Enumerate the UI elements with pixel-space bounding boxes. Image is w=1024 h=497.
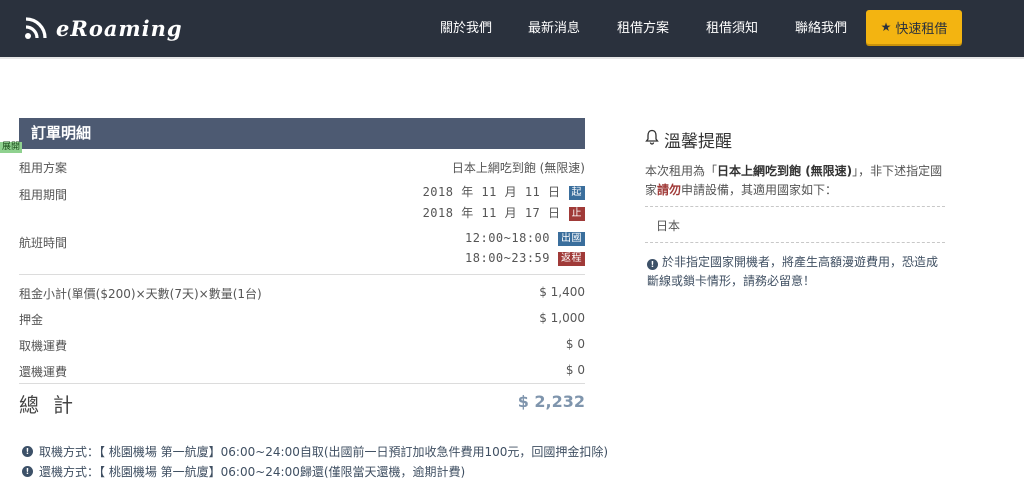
period-start-date: 2018 年 11 月 11 日 [422,185,561,199]
end-badge: 止 [568,207,585,221]
total-label: 總計 [19,393,87,417]
bell-icon [645,129,659,145]
subtotal-label: 租金小計(單價($200)×天數(7天)×數量(1台) [19,287,262,301]
return-method-text: 還機方式：【 桃園機場 第一航廈】06:00~24:00歸還(僅限當天還機，逾期… [39,465,466,479]
departure-badge: 出國 [558,232,585,246]
pickup-fee-value: $ 0 [565,337,585,351]
plan-value: 日本上網吃到飽 (無限速) [451,161,585,175]
deposit-label: 押金 [19,313,44,327]
nav-contact[interactable]: 聯絡我們 [795,17,847,36]
site-logo[interactable]: eRoaming [24,10,183,46]
reminder-title: 溫馨提醒 [664,132,732,152]
country-item: 日本 [656,219,681,233]
section-divider [19,274,585,275]
rental-period-end: 2018 年 11 月 17 日止 [423,204,585,221]
rental-period-label: 租用期間 [19,188,68,202]
pickup-method-note: ! 取機方式：【 桃園機場 第一航廈】06:00~24:00自取(出國前一日預訂… [22,443,608,460]
quick-rent-label: 快速租借 [895,21,948,37]
dashed-divider [645,206,945,207]
expand-tab[interactable]: 展開 [0,142,22,153]
wifi-signal-icon [25,17,47,39]
flight-out-time: 12:00~18:00 [465,231,550,245]
top-navbar: eRoaming 關於我們 最新消息 租借方案 租借須知 聯絡我們 ★ 快速租借 [0,0,1024,59]
reminder-text-pre: 本次租用為「 [645,164,718,178]
nav-rental-guide[interactable]: 租借須知 [706,17,758,36]
info-circle-icon: ! [647,259,658,270]
start-badge: 起 [568,186,585,200]
total-divider [19,383,585,384]
roaming-warning: ! 於非指定國家開機者，將產生高額漫遊費用，恐造成斷線或鎖卡情形，請務必留意！ [647,253,947,291]
return-method-note: ! 還機方式：【 桃園機場 第一航廈】06:00~24:00歸還(僅限當天還機，… [22,463,465,480]
plan-label: 租用方案 [19,161,68,175]
return-fee-label: 還機運費 [19,365,68,379]
flight-back-row: 18:00~23:59 返程 [465,251,585,266]
flight-out-row: 12:00~18:00 出國 [465,231,585,246]
dashed-divider [645,242,945,243]
info-circle-icon: ! [22,446,33,457]
deposit-value: $ 1,000 [539,311,585,325]
reminder-plan: 日本上網吃到飽 (無限速) [717,164,853,178]
nav-about[interactable]: 關於我們 [440,17,492,36]
reminder-text-post: 申請設備，其適用國家如下： [681,183,838,197]
flight-time-label: 航班時間 [19,236,68,250]
nav-plans[interactable]: 租借方案 [617,17,669,36]
pickup-method-text: 取機方式：【 桃園機場 第一航廈】06:00~24:00自取(出國前一日預訂加收… [39,445,609,459]
flight-back-time: 18:00~23:59 [465,251,550,265]
nav-news[interactable]: 最新消息 [528,17,580,36]
roaming-warning-text: 於非指定國家開機者，將產生高額漫遊費用，恐造成斷線或鎖卡情形，請務必留意！ [647,255,939,288]
return-badge: 返程 [558,252,585,266]
reminder-body: 本次租用為「日本上網吃到飽 (無限速)」，非下述指定國家請勿申請設備，其適用國家… [645,162,945,200]
period-end-date: 2018 年 11 月 17 日 [422,206,561,220]
star-icon: ★ [880,20,892,34]
total-value: $ 2,232 [517,392,585,411]
quick-rent-button[interactable]: ★ 快速租借 [866,10,962,44]
subtotal-value: $ 1,400 [539,285,585,299]
rental-period-start: 2018 年 11 月 11 日起 [423,183,585,200]
return-fee-value: $ 0 [565,363,585,377]
info-circle-icon: ! [22,466,33,477]
logo-text: eRoaming [56,15,183,41]
pickup-fee-label: 取機運費 [19,339,68,353]
reminder-do-not: 請勿 [657,183,682,197]
order-details-heading: 訂單明細 [19,118,585,149]
